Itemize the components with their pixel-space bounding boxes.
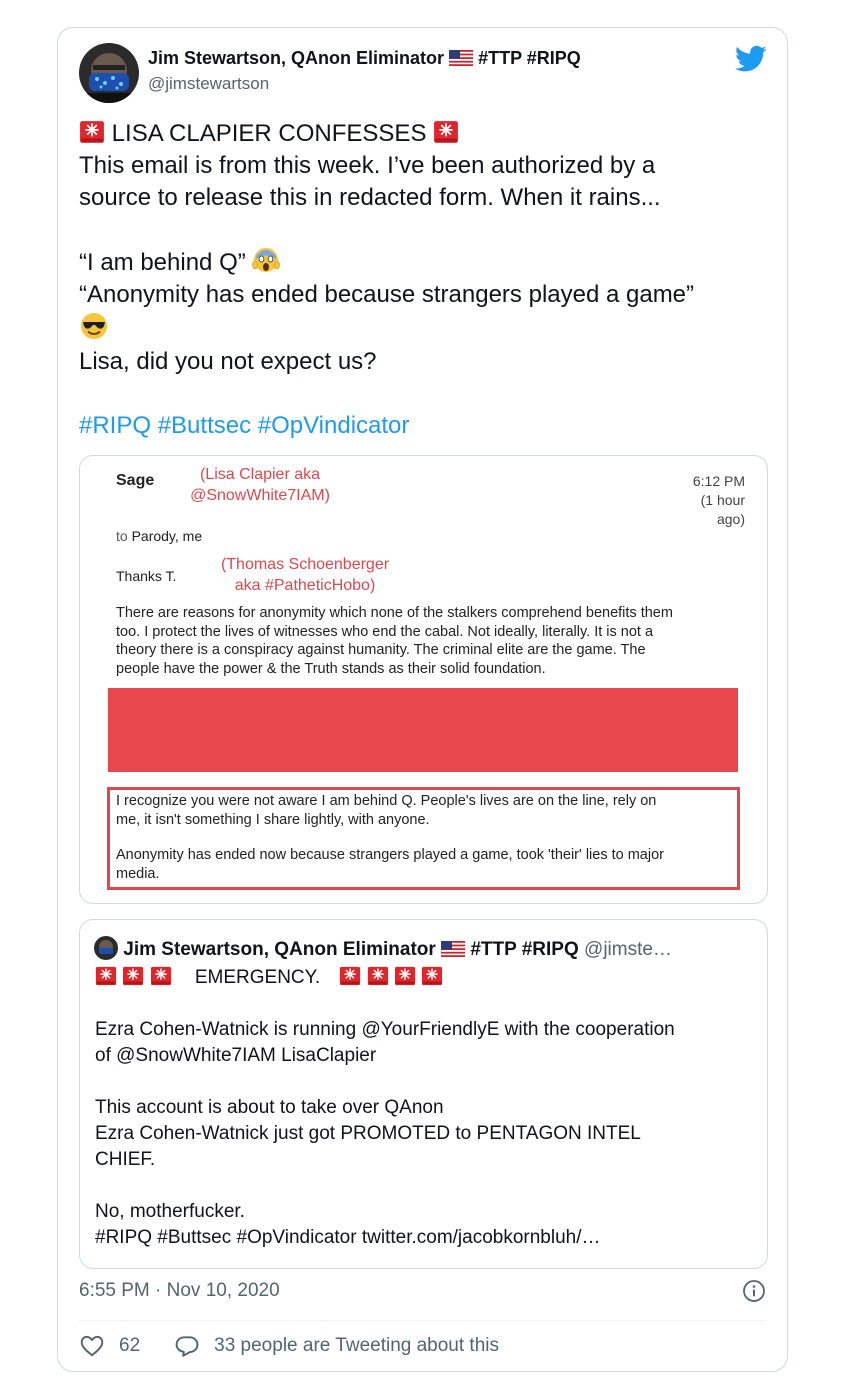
siren-icon [367,965,389,987]
avatar[interactable] [79,43,139,103]
siren-icon [150,965,172,987]
tweeting-about-text: 33 people are Tweeting about this [214,1335,500,1356]
greeting-annotation: (Thomas Schoenberger aka #PatheticHobo) [200,554,410,596]
info-icon[interactable] [742,1279,766,1303]
action-bar: 62 33 people are Tweeting about this [79,1333,499,1359]
quoted-avatar [94,936,118,960]
sunglasses-emoji-icon [81,313,107,339]
email-recipients: to Parody, me [116,528,202,544]
quoted-line: of @SnowWhite7IAM LisaClapier [95,1045,377,1066]
author-name-row[interactable]: Jim Stewartson, QAnon Eliminator #TTP #R… [148,48,581,69]
sender-annotation-1: (Lisa Clapier aka [199,466,321,483]
boxed-text: I recognize you were not aware I am behi… [116,792,736,883]
email-paragraph-line: people have the power & the Truth stands… [116,660,546,677]
author-name[interactable]: Jim Stewartson, QAnon Eliminator [148,48,444,68]
quoted-line: This account is about to take over QAnon [95,1097,444,1118]
siren-icon [433,119,459,145]
email-time-ago-2: ago) [716,511,745,527]
siren-icon [122,965,144,987]
greeting-annotation-1: (Thomas Schoenberger [220,556,390,573]
twitter-bird-icon[interactable] [735,45,767,73]
quoted-author-row: Jim Stewartson, QAnon Eliminator #TTP #R… [94,936,744,961]
tweet-card: Jim Stewartson, QAnon Eliminator #TTP #R… [57,27,788,1372]
boxed-line: media. [116,865,160,882]
email-paragraph-line: There are reasons for anonymity which no… [116,605,673,621]
email-time-ago-1: (1 hour [700,492,745,508]
divider [79,1320,766,1321]
quoted-tweet[interactable]: Jim Stewartson, QAnon Eliminator #TTP #R… [79,919,768,1269]
quoted-line: Ezra Cohen-Watnick is running @YourFrien… [95,1019,675,1040]
quoted-name-suffix: #TTP #RIPQ [470,939,579,960]
reply-bubble-icon[interactable] [174,1333,200,1359]
quoted-line: CHIEF. [95,1149,156,1170]
heart-icon[interactable] [79,1333,105,1359]
email-to-prefix: to [116,528,128,544]
like-button[interactable]: 62 [79,1333,140,1359]
quoted-line: Ezra Cohen-Watnick just got PROMOTED to … [95,1123,641,1144]
quoted-line: No, motherfucker. [95,1201,245,1222]
author-name-suffix: #TTP #RIPQ [478,48,581,68]
tweet-emoji-line [79,311,759,346]
redaction-block [108,688,738,772]
tweet-body-line: source to release this in redacted form.… [79,184,661,211]
author-handle[interactable]: @jimstewartson [148,74,269,94]
tweet-quote-1: “I am behind Q” [79,249,246,276]
scream-emoji-icon [252,248,281,272]
quoted-author-name: Jim Stewartson, QAnon Eliminator [123,939,436,960]
greeting-annotation-2: aka #PatheticHobo) [234,577,376,594]
siren-icon [339,965,361,987]
email-time-value: 6:12 PM [692,473,745,489]
tweet-quote-2: “Anonymity has ended because strangers p… [79,281,695,308]
tweet-quote-line: “I am behind Q” [79,246,759,279]
email-paragraph-line: theory there is a conspiracy against hum… [116,642,646,658]
email-screenshot[interactable]: Sage (Lisa Clapier aka @SnowWhite7IAM) 6… [79,455,768,904]
like-count: 62 [119,1335,141,1356]
boxed-line: me, it isn't something I share lightly, … [116,811,430,828]
reply-button[interactable]: 33 people are Tweeting about this [174,1333,499,1359]
email-to-names: Parody, me [131,528,203,544]
tweet-timestamp[interactable]: 6:55 PM · Nov 10, 2020 [79,1280,280,1302]
tweet-hashtags[interactable]: #RIPQ #Buttsec #OpVindicator [79,410,759,442]
quoted-text: EMERGENCY. Ezra Cohen-Watnick is running… [95,965,760,1251]
tweet-closing: Lisa, did you not expect us? [79,348,377,375]
siren-icon [95,965,117,987]
tweet-text: LISA CLAPIER CONFESSES This email is fro… [79,118,759,442]
email-sender: Sage [116,472,155,489]
emergency-line: EMERGENCY. [95,965,760,991]
boxed-line: Anonymity has ended now because stranger… [116,847,664,863]
sender-annotation: (Lisa Clapier aka @SnowWhite7IAM) [180,464,340,506]
siren-icon [79,119,105,145]
email-paragraph: There are reasons for anonymity which no… [116,604,756,678]
email-paragraph-line: too. I protect the lives of witnesses wh… [116,623,654,640]
tweet-title-line: LISA CLAPIER CONFESSES [79,118,759,150]
emergency-text: EMERGENCY. [194,967,321,988]
quoted-handle: @jimste… [584,939,672,960]
tweet-title: LISA CLAPIER CONFESSES [111,120,427,147]
sender-annotation-2: @SnowWhite7IAM) [190,487,330,504]
siren-icon [421,965,443,987]
email-time: 6:12 PM (1 hour ago) [693,472,745,529]
siren-icon [394,965,416,987]
us-flag-icon [441,941,465,957]
quoted-footer: #RIPQ #Buttsec #OpVindicator twitter.com… [95,1227,601,1248]
us-flag-icon [449,50,473,66]
boxed-line: I recognize you were not aware I am behi… [116,793,657,809]
tweet-body-line: This email is from this week. I’ve been … [79,152,656,179]
email-greeting: Thanks T. [116,568,177,584]
